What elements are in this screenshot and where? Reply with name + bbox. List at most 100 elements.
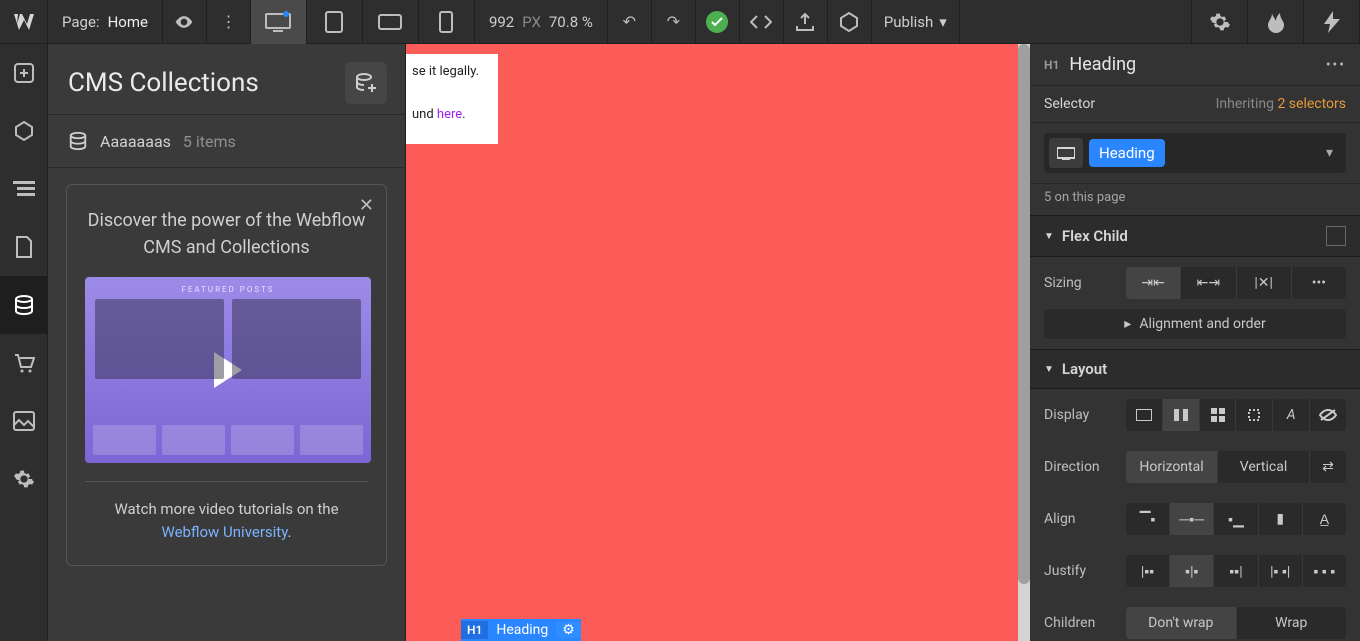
export-icon[interactable]: [784, 0, 828, 44]
sizing-grow[interactable]: ⇤⇥: [1181, 267, 1236, 299]
undo-icon[interactable]: ↶: [608, 0, 652, 44]
element-tag: H1: [1044, 58, 1059, 72]
breakpoint-landscape-icon[interactable]: [363, 0, 419, 44]
navigator-icon[interactable]: [0, 160, 48, 218]
direction-horizontal[interactable]: Horizontal: [1126, 451, 1218, 483]
preview-icon[interactable]: [163, 0, 207, 44]
justify-around[interactable]: ▪ ▪ ▪: [1303, 555, 1346, 587]
canvas[interactable]: se it legally. und here. H1 Heading ⚙: [406, 44, 1030, 641]
more-icon[interactable]: ⋮: [207, 0, 251, 44]
direction-reverse-icon[interactable]: ⇄: [1310, 451, 1346, 483]
display-flex[interactable]: [1163, 399, 1200, 431]
breakpoint-group: [251, 0, 475, 44]
add-collection-button[interactable]: [345, 62, 387, 104]
sizing-more[interactable]: •••: [1292, 267, 1346, 299]
interactions-icon[interactable]: [1304, 0, 1360, 44]
display-label: Display: [1044, 407, 1116, 423]
status-ok-icon[interactable]: [696, 0, 740, 44]
element-name: Heading: [1069, 54, 1315, 75]
top-bar: Page: Home ⋮ 992 PX 70.8 % ↶ ↷ Publish ▾: [0, 0, 1360, 44]
style-panel: H1 Heading ••• Selector Inheriting 2 sel…: [1030, 44, 1360, 641]
align-end[interactable]: ▪▁: [1214, 503, 1258, 535]
inheriting-info[interactable]: Inheriting 2 selectors: [1216, 96, 1346, 112]
gear-icon[interactable]: ⚙: [556, 622, 581, 638]
alignment-order-expand[interactable]: ▸ Alignment and order: [1044, 309, 1346, 339]
publish-button[interactable]: Publish ▾: [872, 0, 960, 44]
assets-icon[interactable]: [0, 392, 48, 450]
selector-scope-icon[interactable]: [1049, 138, 1083, 168]
on-page-count: 5 on this page: [1030, 184, 1360, 215]
display-group: A: [1126, 399, 1346, 431]
section-flex-child[interactable]: ▼ Flex Child: [1030, 215, 1360, 257]
paint-icon[interactable]: [1248, 0, 1304, 44]
cms-panel: CMS Collections Aaaaaaas 5 items ✕ Disco…: [48, 44, 406, 641]
settings-rail-icon[interactable]: [0, 450, 48, 508]
selector-field[interactable]: Heading ▾: [1044, 133, 1346, 173]
logo[interactable]: [0, 0, 48, 44]
code-icon[interactable]: [740, 0, 784, 44]
px-unit: PX: [522, 13, 541, 31]
scrollbar[interactable]: [1018, 44, 1030, 641]
justify-label: Justify: [1044, 563, 1116, 579]
add-icon[interactable]: [0, 44, 48, 102]
align-start[interactable]: ▔▪: [1126, 503, 1170, 535]
breakpoint-mobile-icon[interactable]: [419, 0, 475, 44]
promo-video[interactable]: FEATURED POSTS: [85, 277, 371, 463]
justify-group: |▪▪ ▪|▪ ▪▪| |▪ ▪| ▪ ▪ ▪: [1126, 555, 1346, 587]
direction-label: Direction: [1044, 459, 1116, 475]
selection-tag: H1: [461, 621, 488, 639]
chevron-down-icon: ▾: [939, 13, 947, 31]
sizing-none[interactable]: |✕|: [1237, 267, 1292, 299]
components-icon[interactable]: [0, 102, 48, 160]
sizing-shrink[interactable]: ⇥⇤: [1126, 267, 1181, 299]
selection-badge[interactable]: H1 Heading ⚙: [461, 619, 581, 641]
cms-icon[interactable]: [0, 276, 48, 334]
justify-between[interactable]: |▪ ▪|: [1259, 555, 1303, 587]
settings-icon[interactable]: [1192, 0, 1248, 44]
wrap-wrap[interactable]: Wrap: [1237, 607, 1347, 639]
close-icon[interactable]: ✕: [359, 195, 374, 216]
display-grid[interactable]: [1200, 399, 1237, 431]
justify-start[interactable]: |▪▪: [1126, 555, 1170, 587]
wrap-none[interactable]: Don't wrap: [1126, 607, 1237, 639]
selection-label: Heading: [488, 622, 556, 638]
class-pill[interactable]: Heading: [1089, 139, 1165, 167]
collection-row[interactable]: Aaaaaaas 5 items: [48, 115, 405, 168]
selector-label: Selector: [1044, 96, 1095, 112]
display-inline[interactable]: A: [1273, 399, 1310, 431]
breakpoint-desktop-icon[interactable]: [251, 0, 307, 44]
webflow-university-link[interactable]: Webflow University: [162, 523, 288, 541]
here-link[interactable]: here: [437, 107, 462, 122]
pages-icon[interactable]: [0, 218, 48, 276]
wrap-group: Don't wrap Wrap: [1126, 607, 1346, 639]
chevron-down-icon[interactable]: ▾: [1326, 145, 1333, 161]
direction-group: Horizontal Vertical ⇄: [1126, 451, 1346, 483]
align-center[interactable]: ─▪─: [1170, 503, 1214, 535]
page-selector[interactable]: Page: Home: [48, 0, 163, 44]
align-label: Align: [1044, 511, 1116, 527]
audit-icon[interactable]: [828, 0, 872, 44]
display-inline-block[interactable]: [1236, 399, 1273, 431]
left-rail: [0, 44, 48, 641]
element-menu-icon[interactable]: •••: [1326, 57, 1346, 73]
zoom-level: 70.8 %: [549, 13, 593, 31]
section-layout[interactable]: ▼ Layout: [1030, 349, 1360, 389]
promo-card: ✕ Discover the power of the Webflow CMS …: [66, 184, 387, 566]
justify-center[interactable]: ▪|▪: [1170, 555, 1214, 587]
align-baseline[interactable]: A̲: [1303, 503, 1346, 535]
chevron-right-icon: ▸: [1124, 316, 1131, 332]
align-group: ▔▪ ─▪─ ▪▁ ▮ A̲: [1126, 503, 1346, 535]
display-none[interactable]: [1310, 399, 1346, 431]
breakpoint-tablet-icon[interactable]: [307, 0, 363, 44]
section-reset-icon[interactable]: [1326, 226, 1346, 246]
promo-title: Discover the power of the Webflow CMS an…: [85, 207, 368, 261]
justify-end[interactable]: ▪▪|: [1214, 555, 1258, 587]
canvas-dimensions[interactable]: 992 PX 70.8 %: [475, 0, 608, 44]
align-stretch[interactable]: ▮: [1259, 503, 1303, 535]
direction-vertical[interactable]: Vertical: [1218, 451, 1310, 483]
page-name: Home: [108, 13, 148, 31]
redo-icon[interactable]: ↷: [652, 0, 696, 44]
display-block[interactable]: [1126, 399, 1163, 431]
publish-label: Publish: [884, 13, 933, 31]
ecommerce-icon[interactable]: [0, 334, 48, 392]
